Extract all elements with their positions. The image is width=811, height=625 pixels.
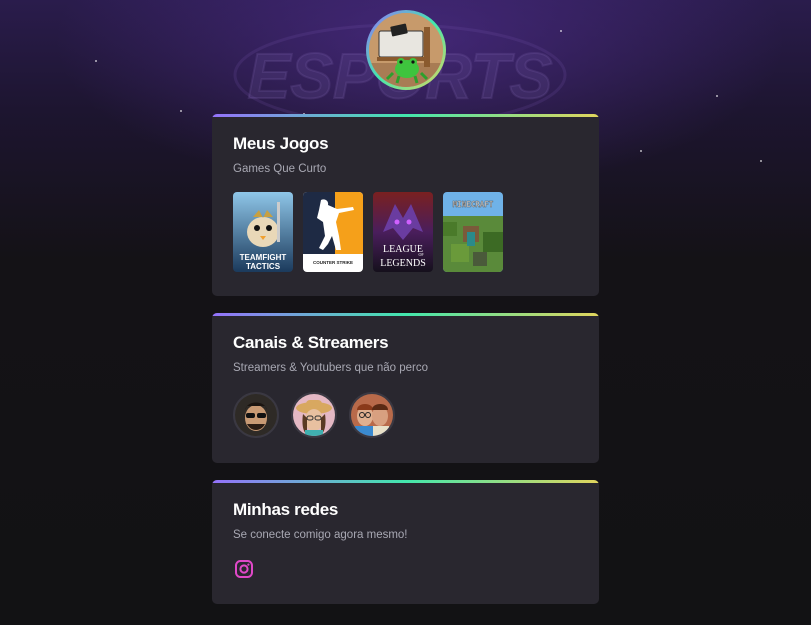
streamer-avatar-3[interactable] bbox=[349, 392, 395, 438]
tft-logo-line1: TEAMFIGHT bbox=[240, 253, 287, 262]
streamer-avatar-2[interactable] bbox=[291, 392, 337, 438]
lol-logo-line2: OF bbox=[418, 252, 424, 257]
socials-list bbox=[233, 558, 578, 585]
game-minecraft[interactable]: MINECRAFT bbox=[443, 192, 503, 272]
socials-title: Minhas redes bbox=[233, 500, 339, 519]
instagram-icon[interactable] bbox=[233, 558, 255, 580]
socials-card: Minhas redes Se conecte comigo agora mes… bbox=[212, 480, 599, 604]
games-list: TEAMFIGHT TACTICS COUNTER STRIKE LEAGUE bbox=[233, 192, 578, 272]
socials-subtitle: Se conecte comigo agora mesmo! bbox=[233, 529, 408, 541]
streamers-list bbox=[233, 392, 578, 438]
streamers-subtitle: Streamers & Youtubers que não perco bbox=[233, 362, 428, 374]
frog-avatar-illustration bbox=[369, 13, 443, 87]
games-subtitle: Games Que Curto bbox=[233, 163, 327, 175]
lol-logo-line1: LEAGUE bbox=[383, 244, 423, 255]
profile-avatar bbox=[366, 10, 446, 90]
streamers-card: Canais & Streamers Streamers & Youtubers… bbox=[212, 313, 599, 463]
game-league-of-legends[interactable]: LEAGUE OF LEGENDS bbox=[373, 192, 433, 272]
game-counter-strike[interactable]: COUNTER STRIKE bbox=[303, 192, 363, 272]
minecraft-logo-text: MINECRAFT bbox=[453, 200, 494, 209]
tft-logo-line2: TACTICS bbox=[246, 262, 281, 271]
games-title: Meus Jogos bbox=[233, 134, 329, 153]
streamers-title: Canais & Streamers bbox=[233, 333, 389, 352]
lol-logo-line3: LEGENDS bbox=[380, 258, 426, 269]
cs-logo-text: COUNTER STRIKE bbox=[313, 260, 353, 265]
streamer-avatar-1[interactable] bbox=[233, 392, 279, 438]
game-teamfight-tactics[interactable]: TEAMFIGHT TACTICS bbox=[233, 192, 293, 272]
games-card: Meus Jogos Games Que Curto TEAMFIGHT TAC… bbox=[212, 114, 599, 296]
